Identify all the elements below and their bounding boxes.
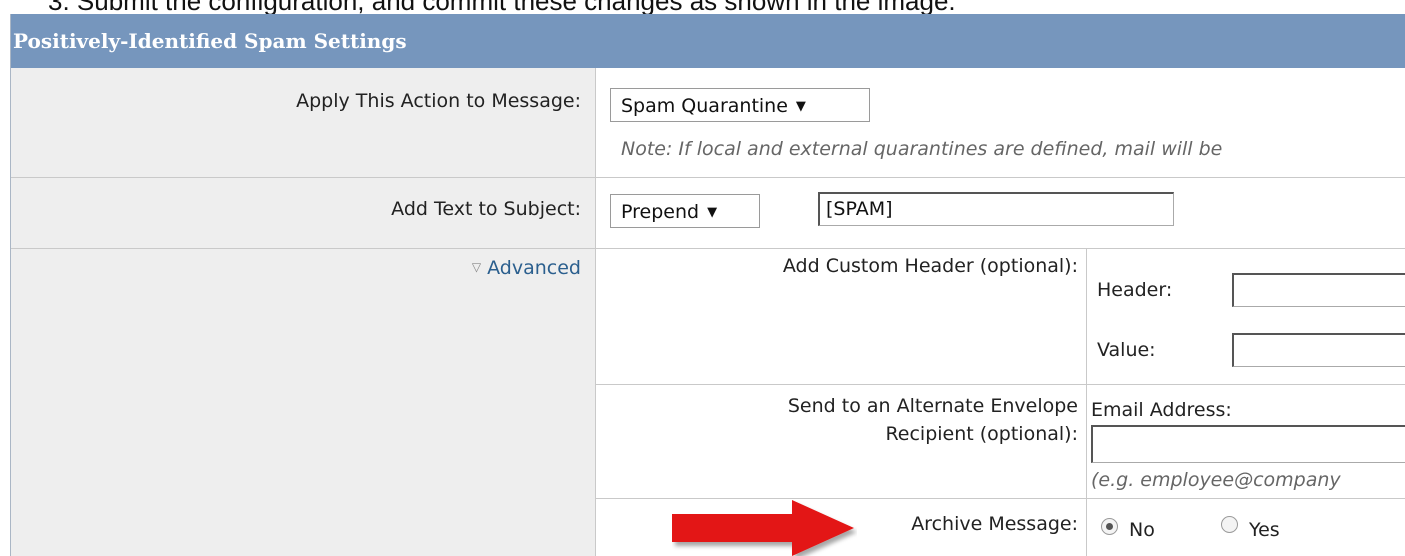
triangle-down-icon: ▽: [471, 260, 482, 274]
red-arrow-icon: [672, 500, 854, 556]
email-hint: (e.g. employee@company: [1091, 469, 1341, 491]
apply-action-label: Apply This Action to Message:: [296, 90, 581, 112]
spam-settings-panel: Positively-Identified Spam Settings Appl…: [10, 14, 1405, 556]
archive-yes-radio[interactable]: [1221, 516, 1238, 533]
alternate-recipient-label-line1: Send to an Alternate Envelope: [787, 395, 1078, 417]
apply-action-selected: Spam Quarantine: [621, 95, 788, 117]
alternate-recipient-row: Send to an Alternate Envelope Recipient …: [596, 385, 1405, 499]
value-input[interactable]: [1232, 333, 1405, 367]
email-address-input[interactable]: [1091, 425, 1405, 463]
subject-text-input[interactable]: [SPAM]: [818, 192, 1174, 226]
dropdown-arrow-icon: ▼: [707, 205, 718, 220]
advanced-link-label: Advanced: [487, 257, 581, 279]
advanced-toggle-link[interactable]: ▽ Advanced: [472, 257, 581, 279]
header-input[interactable]: [1232, 273, 1405, 307]
apply-action-select[interactable]: Spam Quarantine ▼: [610, 88, 870, 122]
add-text-row: Add Text to Subject: Prepend ▼ [SPAM]: [11, 178, 1405, 249]
custom-header-label: Add Custom Header (optional):: [782, 255, 1078, 277]
dropdown-arrow-icon: ▼: [795, 99, 806, 114]
archive-message-label: Archive Message:: [911, 513, 1078, 535]
custom-header-row: Add Custom Header (optional): Header: Va…: [596, 249, 1405, 385]
add-text-label: Add Text to Subject:: [391, 198, 581, 220]
add-text-mode-selected: Prepend: [621, 201, 700, 223]
apply-action-row: Apply This Action to Message: Spam Quara…: [11, 68, 1405, 178]
archive-no-label: No: [1129, 519, 1155, 541]
add-text-mode-select[interactable]: Prepend ▼: [610, 194, 760, 228]
email-address-label: Email Address:: [1091, 399, 1232, 421]
panel-title: Positively-Identified Spam Settings: [11, 14, 1405, 69]
header-field-label: Header:: [1097, 279, 1173, 301]
value-field-label: Value:: [1097, 339, 1156, 361]
archive-yes-label: Yes: [1249, 519, 1280, 541]
alternate-recipient-label-line2: Recipient (optional):: [885, 423, 1078, 445]
quarantine-note: Note: If local and external quarantines …: [621, 138, 1223, 160]
archive-no-radio[interactable]: [1101, 518, 1118, 535]
